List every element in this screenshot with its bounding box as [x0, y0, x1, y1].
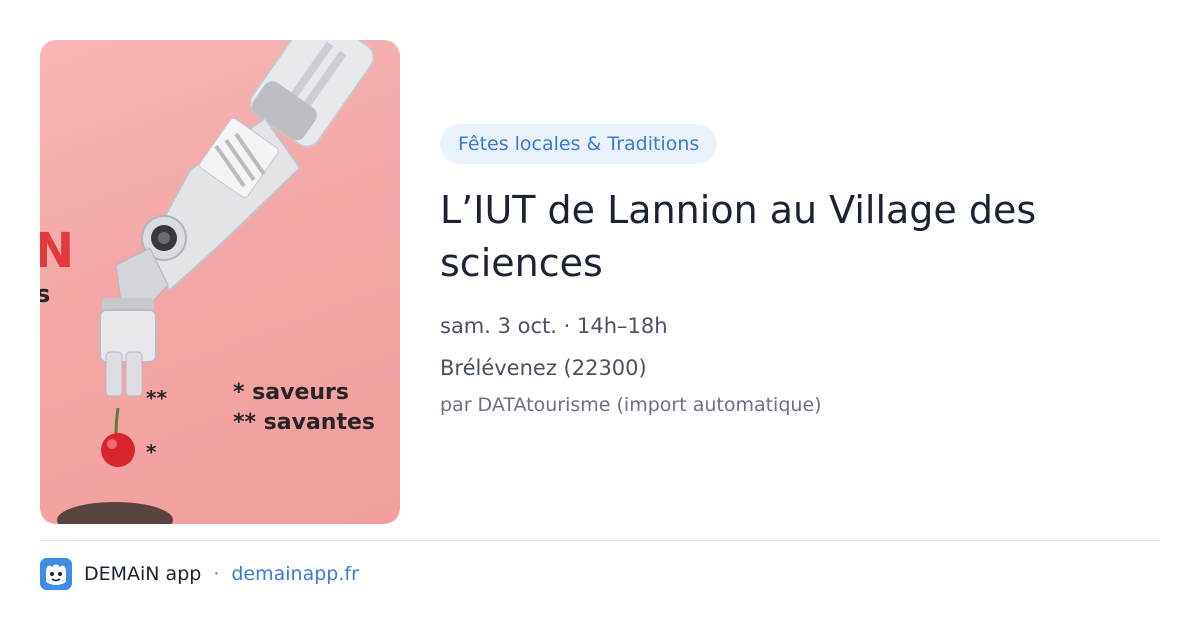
image-caption-saveurs: * saveurs	[233, 380, 349, 405]
event-source: par DATAtourisme (import automatique)	[440, 394, 822, 416]
event-title[interactable]: L’IUT de Lannion au Village des sciences	[440, 184, 1160, 290]
site-link[interactable]: demainapp.fr	[231, 563, 359, 585]
image-partial-letter-red: N	[40, 223, 75, 279]
event-details: Fêtes locales & Traditions L’IUT de Lann…	[440, 124, 1160, 416]
image-partial-letter: s	[40, 280, 51, 308]
image-caption-savantes: ** savantes	[233, 410, 375, 435]
robot-arm-illustration	[57, 40, 375, 524]
app-name: DEMAiN app	[84, 563, 202, 585]
footer: DEMAiN app · demainapp.fr	[40, 558, 359, 590]
image-marker-single: *	[146, 440, 157, 464]
event-date: sam. 3 oct. · 14h–18h	[440, 314, 668, 338]
image-marker-double: **	[146, 386, 167, 410]
footer-divider	[40, 540, 1160, 541]
demain-app-logo-icon[interactable]	[40, 558, 72, 590]
event-location: Brélévenez (22300)	[440, 356, 647, 380]
category-badge[interactable]: Fêtes locales & Traditions	[440, 124, 718, 164]
footer-separator: ·	[213, 563, 220, 585]
event-image[interactable]: N s ** * * saveurs ** savantes	[40, 40, 400, 524]
